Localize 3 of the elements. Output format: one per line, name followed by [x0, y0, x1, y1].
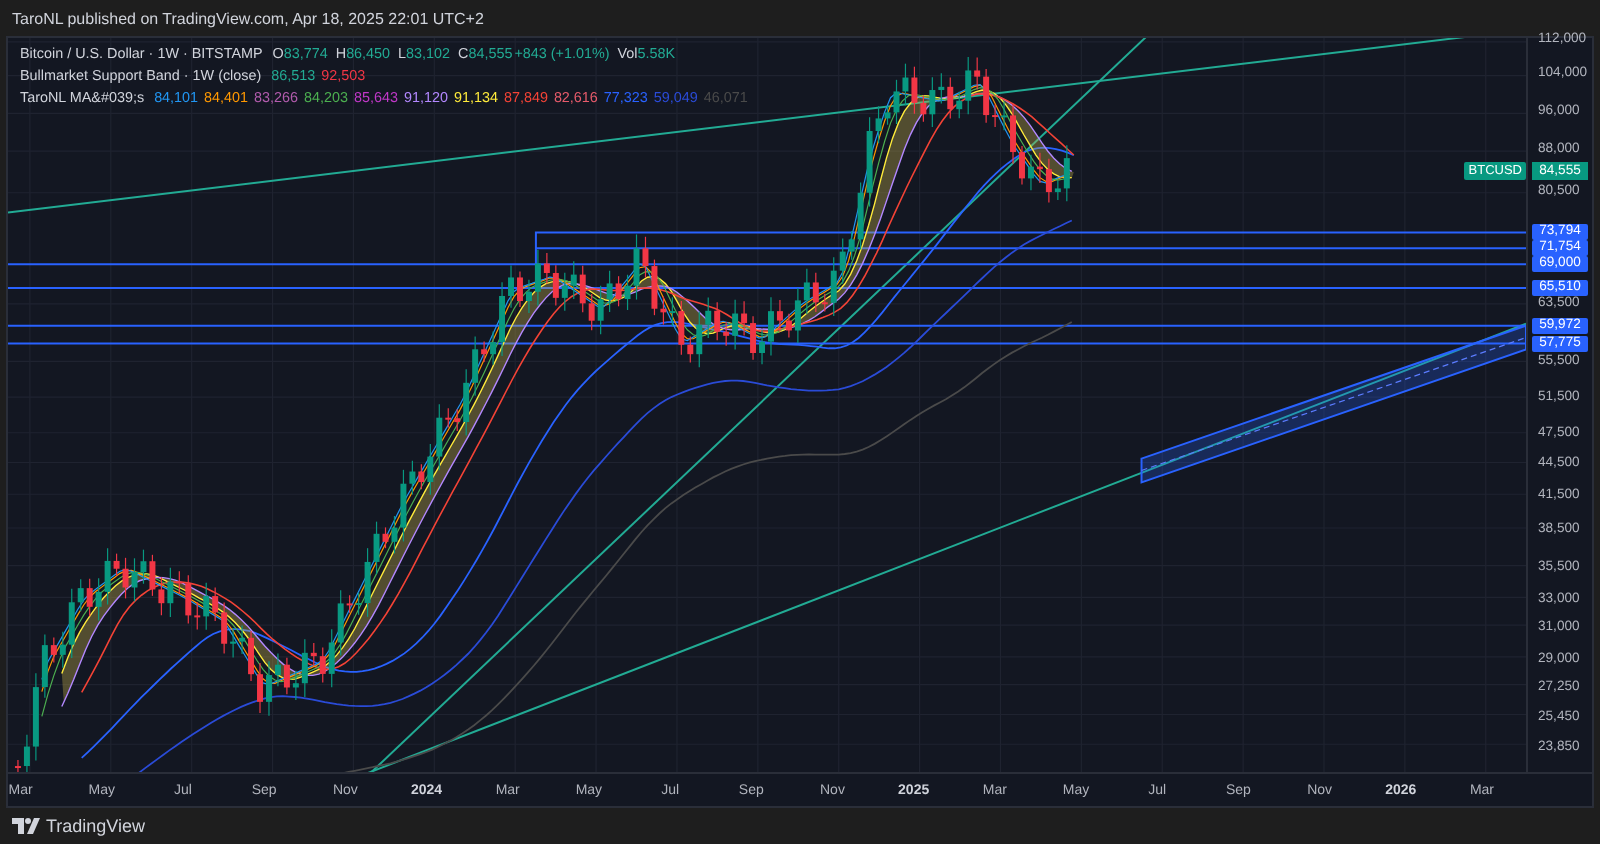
logo-icon — [12, 818, 40, 834]
publisher-line: TaroNL published on TradingView.com, Apr 18, 2025 22:01 UTC+2 — [12, 9, 484, 27]
brand-name: TradingView — [46, 816, 146, 836]
